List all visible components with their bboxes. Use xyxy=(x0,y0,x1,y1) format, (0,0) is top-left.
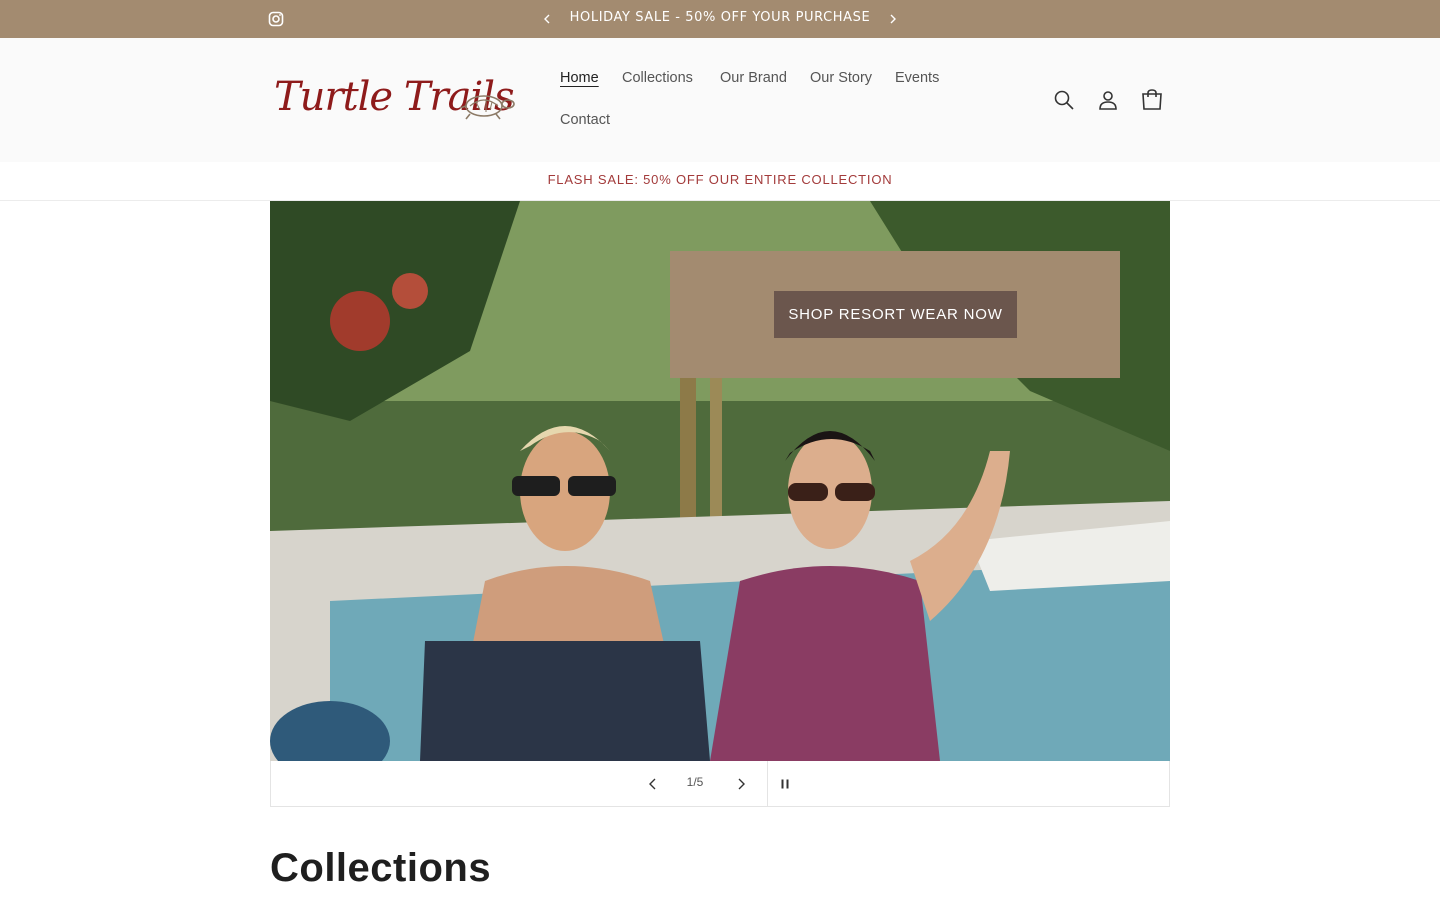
account-icon[interactable] xyxy=(1096,88,1120,112)
site-header: Turtle Trails Home Collections Our Brand… xyxy=(0,38,1440,162)
turtle-icon xyxy=(459,95,515,120)
brand-logo[interactable]: Turtle Trails xyxy=(272,72,522,128)
announcement-message: HOLIDAY SALE - 50% OFF YOUR PURCHASE xyxy=(569,10,871,25)
slide-next-button[interactable] xyxy=(731,774,751,794)
nav-home[interactable]: Home xyxy=(560,70,599,86)
nav-contact[interactable]: Contact xyxy=(560,112,610,128)
nav-events[interactable]: Events xyxy=(895,70,939,86)
slider-controls: 1/5 xyxy=(270,761,1170,807)
search-icon[interactable] xyxy=(1052,88,1076,112)
announcement-next-button[interactable] xyxy=(884,10,902,28)
nav-our-story[interactable]: Our Story xyxy=(810,70,872,86)
slide-prev-button[interactable] xyxy=(643,774,663,794)
instagram-icon[interactable] xyxy=(268,11,284,27)
announcement-bar: HOLIDAY SALE - 50% OFF YOUR PURCHASE xyxy=(0,0,1440,38)
flash-sale-message: FLASH SALE: 50% OFF OUR ENTIRE COLLECTIO… xyxy=(547,172,893,187)
slide-counter: 1/5 xyxy=(686,775,704,789)
collections-title: Collections xyxy=(270,846,492,890)
announcement-prev-button[interactable] xyxy=(538,10,556,28)
flash-sale-bar: FLASH SALE: 50% OFF OUR ENTIRE COLLECTIO… xyxy=(0,162,1440,201)
shop-resort-wear-button[interactable]: SHOP RESORT WEAR NOW xyxy=(774,291,1017,338)
controls-divider xyxy=(767,761,768,806)
hero-cta-box: SHOP RESORT WEAR NOW xyxy=(670,251,1120,378)
nav-collections[interactable]: Collections xyxy=(622,70,693,86)
pause-icon[interactable] xyxy=(775,774,795,794)
cart-icon[interactable] xyxy=(1140,88,1164,112)
hero-slideshow: SHOP RESORT WEAR NOW xyxy=(270,201,1170,761)
nav-our-brand[interactable]: Our Brand xyxy=(720,70,787,86)
